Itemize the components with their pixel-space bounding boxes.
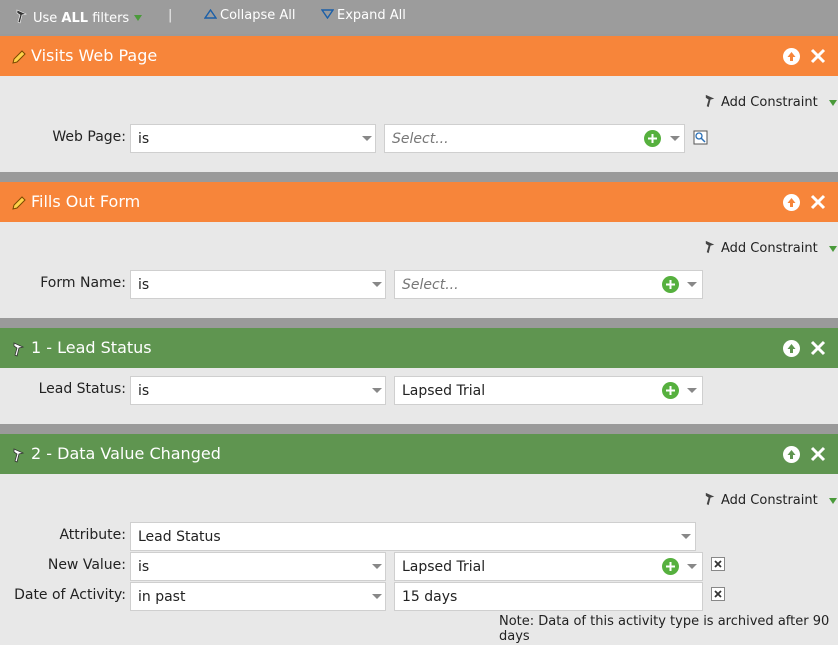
filter-header: 1 - Lead Status [0, 328, 838, 368]
lead-status-operator-select[interactable]: is [130, 376, 386, 405]
filter-tool-icon [703, 491, 718, 510]
chevron-down-icon [828, 497, 837, 504]
remove-row-icon[interactable] [711, 557, 725, 571]
move-up-icon[interactable] [783, 194, 800, 211]
new-value-value-select[interactable]: Lapsed Trial [394, 552, 703, 581]
date-of-activity-value-input[interactable]: 15 days [394, 582, 703, 611]
add-constraint-label: Add Constraint [721, 493, 818, 508]
lead-status-value-select[interactable]: Lapsed Trial [394, 376, 703, 405]
chevron-down-icon [681, 534, 691, 539]
filter-title: Visits Web Page [31, 46, 158, 65]
use-all-filters-label: Use ALL filters [33, 10, 130, 26]
filter-toolbar: Use ALL filters | Collapse All Expand Al… [0, 0, 838, 34]
filter-tool-icon [11, 341, 27, 357]
filter-tool-icon [703, 239, 718, 258]
chevron-down-icon [687, 564, 697, 569]
close-icon[interactable] [809, 445, 827, 463]
lead-status-label: Lead Status: [38, 381, 126, 397]
use-all-filters-dropdown[interactable]: Use ALL filters [14, 8, 143, 28]
chevron-down-icon [670, 136, 680, 141]
filter-header: Visits Web Page [0, 36, 838, 76]
expand-triangle-icon [320, 8, 335, 23]
date-of-activity-label: Date of Activity: [14, 587, 126, 603]
collapse-triangle-icon [203, 8, 218, 23]
filter-visits-web-page: Visits Web Page Add Constraint Web Page:… [0, 36, 838, 172]
add-icon[interactable] [644, 130, 661, 147]
add-constraint-button[interactable]: Add Constraint [703, 93, 837, 112]
add-constraint-label: Add Constraint [721, 95, 818, 110]
chevron-down-icon [372, 282, 382, 287]
pencil-icon [11, 195, 27, 211]
move-up-icon[interactable] [783, 340, 800, 357]
move-up-icon[interactable] [783, 446, 800, 463]
close-icon[interactable] [809, 339, 827, 357]
chevron-down-icon [372, 564, 382, 569]
chevron-down-icon [687, 282, 697, 287]
chevron-down-icon [372, 594, 382, 599]
web-page-value-select[interactable]: Select... [384, 124, 685, 153]
expand-all-label: Expand All [337, 8, 406, 23]
chevron-down-icon [134, 15, 143, 21]
filter-tool-icon [703, 93, 718, 112]
filter-tool-icon [14, 8, 30, 28]
pencil-icon [11, 49, 27, 65]
new-value-operator-select[interactable]: is [130, 552, 386, 581]
collapse-all-label: Collapse All [220, 8, 296, 23]
filter-header: Fills Out Form [0, 182, 838, 222]
filter-lead-status: 1 - Lead Status Lead Status: is Lapsed T… [0, 328, 838, 424]
remove-row-icon[interactable] [711, 587, 725, 601]
attribute-select[interactable]: Lead Status [130, 522, 696, 551]
web-page-operator-select[interactable]: is [130, 124, 376, 153]
filter-title: Fills Out Form [31, 192, 141, 211]
add-constraint-button[interactable]: Add Constraint [703, 491, 837, 510]
expand-all-button[interactable]: Expand All [320, 8, 406, 23]
new-value-label: New Value: [47, 557, 126, 573]
chevron-down-icon [828, 99, 837, 106]
form-name-operator-select[interactable]: is [130, 270, 386, 299]
chevron-down-icon [687, 388, 697, 393]
add-icon[interactable] [662, 558, 679, 575]
chevron-down-icon [828, 245, 837, 252]
filter-fills-out-form: Fills Out Form Add Constraint Form Name:… [0, 182, 838, 318]
move-up-icon[interactable] [783, 48, 800, 65]
collapse-all-button[interactable]: Collapse All [203, 8, 296, 23]
chevron-down-icon [362, 136, 372, 141]
add-icon[interactable] [662, 276, 679, 293]
add-icon[interactable] [662, 382, 679, 399]
add-constraint-button[interactable]: Add Constraint [703, 239, 837, 258]
close-icon[interactable] [809, 47, 827, 65]
filter-header: 2 - Data Value Changed [0, 434, 838, 474]
archive-note: Note: Data of this activity type is arch… [499, 614, 830, 644]
close-icon[interactable] [809, 193, 827, 211]
filter-title: 1 - Lead Status [31, 338, 152, 357]
web-page-label: Web Page: [52, 129, 126, 145]
page-picker-icon[interactable] [693, 130, 708, 149]
toolbar-separator: | [168, 8, 173, 23]
form-name-value-select[interactable]: Select... [394, 270, 703, 299]
add-constraint-label: Add Constraint [721, 241, 818, 256]
form-name-label: Form Name: [40, 275, 126, 291]
filter-tool-icon [11, 447, 27, 463]
chevron-down-icon [372, 388, 382, 393]
date-of-activity-operator-select[interactable]: in past [130, 582, 386, 611]
attribute-label: Attribute: [59, 527, 126, 543]
filter-title: 2 - Data Value Changed [31, 444, 221, 463]
